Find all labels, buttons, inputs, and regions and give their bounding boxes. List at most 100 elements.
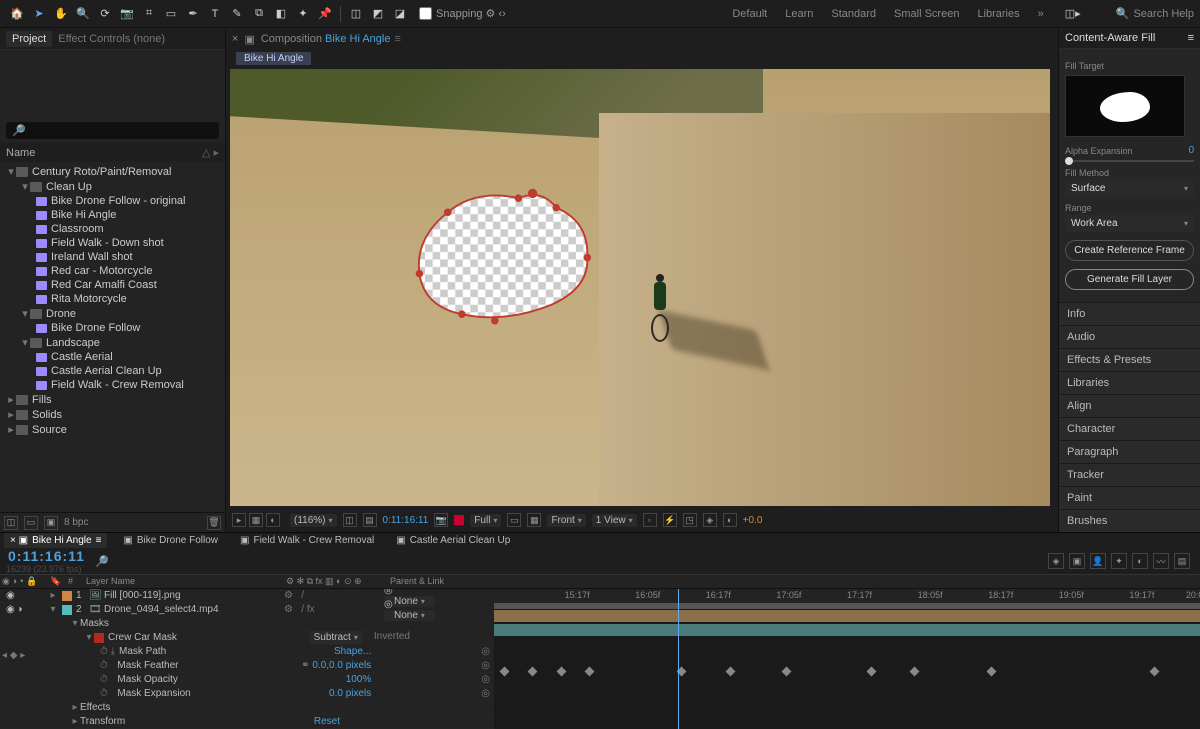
mask-mode-dropdown[interactable]: Subtract xyxy=(310,631,362,644)
exposure-reset-icon[interactable]: ◐ xyxy=(723,513,737,527)
panel-tab-info[interactable]: Info xyxy=(1059,302,1200,325)
timeline-tab-castle-aerial[interactable]: ▣ Castle Aerial Clean Up xyxy=(390,533,516,548)
puppet-tool-icon[interactable]: 📌 xyxy=(315,4,335,24)
workspace-standard[interactable]: Standard xyxy=(831,8,876,20)
selection-tool-icon[interactable]: ➤ xyxy=(29,4,49,24)
composition-viewer[interactable]: ecle class="vertex" cx="150" cy="128" r=… xyxy=(230,69,1050,506)
timeline-tab-bike-drone-follow[interactable]: ▣ Bike Drone Follow xyxy=(117,533,224,548)
home-icon[interactable]: 🏠 xyxy=(7,4,27,24)
comp-item[interactable]: Bike Hi Angle xyxy=(2,208,223,222)
local-axis-icon[interactable]: ◫ xyxy=(346,4,366,24)
panel-tab-character[interactable]: Character xyxy=(1059,417,1200,440)
comp-item[interactable]: Bike Drone Follow xyxy=(2,321,223,335)
timeline-graph[interactable]: 15:17f 16:05f 16:17f 17:05f 17:17f 18:05… xyxy=(494,589,1200,729)
inverted-label[interactable]: Inverted xyxy=(374,631,410,644)
roi-icon[interactable]: ▭ xyxy=(507,513,521,527)
layer-row-2[interactable]: ◉ ◗ ▾ 2 🎞 Drone_0494_select4.mp4 ⚙ / fx … xyxy=(0,603,494,617)
frame-blend-icon[interactable]: ✦ xyxy=(1111,553,1127,569)
brush-tool-icon[interactable]: ✎ xyxy=(227,4,247,24)
resolution-dropdown[interactable]: Full xyxy=(470,514,501,527)
shape-tool-icon[interactable]: ▭ xyxy=(161,4,181,24)
playhead[interactable] xyxy=(678,589,679,729)
range-dropdown[interactable]: Work Area xyxy=(1065,215,1194,232)
zoom-dropdown[interactable]: (116%) xyxy=(290,514,337,527)
timeline-tab-field-walk[interactable]: ▣ Field Walk - Crew Removal xyxy=(234,533,380,548)
world-axis-icon[interactable]: ◩ xyxy=(368,4,388,24)
panel-tab-align[interactable]: Align xyxy=(1059,394,1200,417)
fill-method-dropdown[interactable]: Surface xyxy=(1065,180,1194,197)
folder-solids[interactable]: ▸Solids xyxy=(2,407,223,422)
panel-tab-paint[interactable]: Paint xyxy=(1059,486,1200,509)
project-column-header[interactable]: Name △ ▸ xyxy=(0,143,225,162)
comp-item[interactable]: Castle Aerial Clean Up xyxy=(2,364,223,378)
mask-viz-icon[interactable]: ◐ xyxy=(266,513,280,527)
comp-mini-flow-icon[interactable]: ◈ xyxy=(1048,553,1064,569)
panel-menu-icon[interactable]: ≡ xyxy=(1188,32,1194,44)
camera-tool-icon[interactable]: 📷 xyxy=(117,4,137,24)
workspace-learn[interactable]: Learn xyxy=(785,8,813,20)
snapshot-icon[interactable]: 📷 xyxy=(434,513,448,527)
create-reference-frame-button[interactable]: Create Reference Frame xyxy=(1065,240,1194,261)
panel-tab-effects-presets[interactable]: Effects & Presets xyxy=(1059,348,1200,371)
comp-item[interactable]: Bike Drone Follow - original xyxy=(2,194,223,208)
hand-tool-icon[interactable]: ✋ xyxy=(51,4,71,24)
pan-behind-tool-icon[interactable]: ⌗ xyxy=(139,4,159,24)
mask-prop-path[interactable]: ⏱ ⤓Mask PathShape...◎ xyxy=(0,645,494,659)
comp-item[interactable]: Rita Motorcycle xyxy=(2,292,223,306)
project-search[interactable]: 🔎 xyxy=(6,122,219,139)
panel-tab-audio[interactable]: Audio xyxy=(1059,325,1200,348)
shy-icon[interactable]: 👤 xyxy=(1090,553,1106,569)
clone-stamp-tool-icon[interactable]: ⧉ xyxy=(249,4,269,24)
trash-icon[interactable]: 🗑 xyxy=(207,516,221,530)
flowchart-tab[interactable]: Bike Hi Angle xyxy=(236,52,311,65)
panel-tab-paragraph[interactable]: Paragraph xyxy=(1059,440,1200,463)
pixel-aspect-icon[interactable]: ▫ xyxy=(643,513,657,527)
timeline-icon[interactable]: ◳ xyxy=(683,513,697,527)
alpha-expansion-value[interactable]: 0 xyxy=(1188,145,1194,156)
eraser-tool-icon[interactable]: ◧ xyxy=(271,4,291,24)
comp-item[interactable]: Red Car Amalfi Coast xyxy=(2,278,223,292)
graph-editor-icon[interactable]: 〰 xyxy=(1153,553,1169,569)
always-preview-icon[interactable]: ▸ xyxy=(232,513,246,527)
project-tab[interactable]: Project xyxy=(6,31,52,47)
alpha-expansion-slider[interactable] xyxy=(1065,160,1194,162)
comp-item[interactable]: Field Walk - Down shot xyxy=(2,236,223,250)
pen-tool-icon[interactable]: ✒ xyxy=(183,4,203,24)
mask-prop-opacity[interactable]: ⏱ Mask Opacity100%◎ xyxy=(0,673,494,687)
channels-icon[interactable] xyxy=(454,515,464,525)
timeline-search[interactable]: 🔎 xyxy=(95,555,109,568)
brainstorm-icon[interactable]: ▤ xyxy=(1174,553,1190,569)
type-tool-icon[interactable]: T xyxy=(205,4,225,24)
current-timecode[interactable]: 0:11:16:11 xyxy=(8,548,85,564)
orbit-tool-icon[interactable]: ⟳ xyxy=(95,4,115,24)
comp-item[interactable]: Red car - Motorcycle xyxy=(2,264,223,278)
sync-settings-icon[interactable]: ◫▸ xyxy=(1063,4,1083,24)
draft3d-icon[interactable]: ▣ xyxy=(1069,553,1085,569)
viewer-timecode[interactable]: 0:11:16:11 xyxy=(383,515,429,526)
panel-tab-tracker[interactable]: Tracker xyxy=(1059,463,1200,486)
workspace-libraries[interactable]: Libraries xyxy=(977,8,1019,20)
view-axis-icon[interactable]: ◪ xyxy=(390,4,410,24)
transform-group[interactable]: ▸TransformReset xyxy=(0,715,494,729)
grid-icon[interactable]: ▦ xyxy=(527,513,541,527)
folder-drone[interactable]: ▾Drone xyxy=(2,306,223,321)
workspace-overflow-icon[interactable]: » xyxy=(1038,8,1044,20)
fast-previews-icon[interactable]: ⚡ xyxy=(663,513,677,527)
folder-landscape[interactable]: ▾Landscape xyxy=(2,335,223,350)
roto-brush-tool-icon[interactable]: ✦ xyxy=(293,4,313,24)
snapping-checkbox[interactable] xyxy=(419,7,432,20)
exposure-value[interactable]: +0.0 xyxy=(743,515,763,526)
new-folder-icon[interactable]: ▭ xyxy=(24,516,38,530)
zoom-tool-icon[interactable]: 🔍 xyxy=(73,4,93,24)
folder-cleanup[interactable]: ▾Clean Up xyxy=(2,179,223,194)
folder-fills[interactable]: ▸Fills xyxy=(2,392,223,407)
snapping-toggle[interactable]: Snapping ⚙ ‹› xyxy=(419,7,506,20)
comp-item[interactable]: Field Walk - Crew Removal xyxy=(2,378,223,392)
keyframe-row-mask-path[interactable] xyxy=(494,665,1200,679)
comp-item[interactable]: Castle Aerial xyxy=(2,350,223,364)
mask-prop-expansion[interactable]: ⏱ Mask Expansion0.0 pixels◎ xyxy=(0,687,494,701)
panel-tab-libraries[interactable]: Libraries xyxy=(1059,371,1200,394)
timeline-tab-bike-hi-angle[interactable]: × ▣ Bike Hi Angle ≡ xyxy=(4,533,107,548)
generate-fill-layer-button[interactable]: Generate Fill Layer xyxy=(1065,269,1194,290)
workspace-small-screen[interactable]: Small Screen xyxy=(894,8,959,20)
